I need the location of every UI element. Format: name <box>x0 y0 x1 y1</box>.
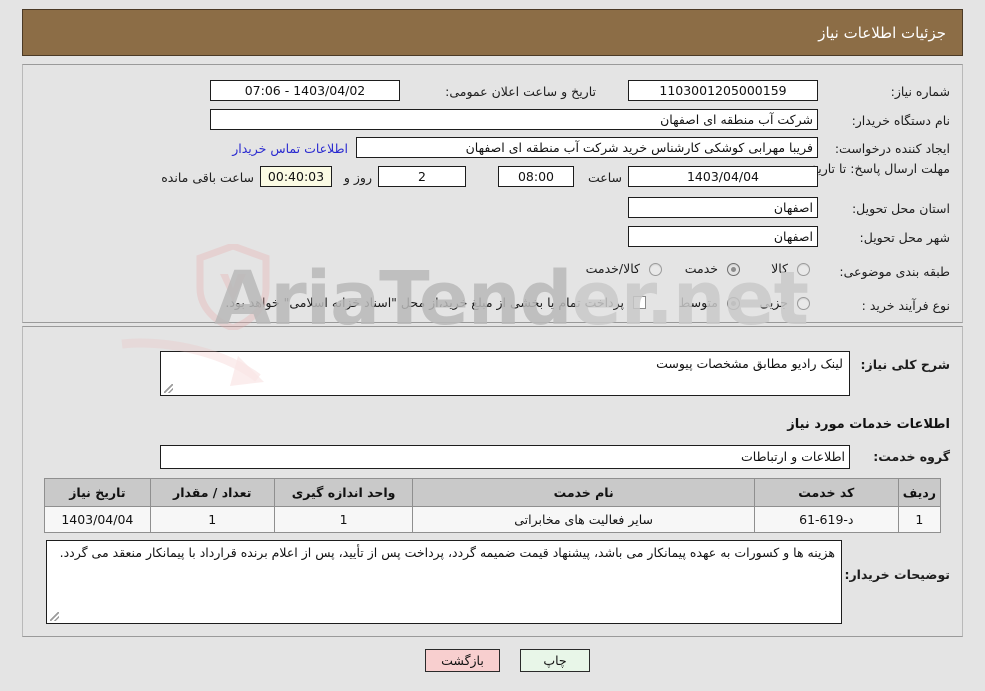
cell-radif: 1 <box>897 506 942 533</box>
deadline-date-value: 1403/04/04 <box>628 166 818 187</box>
public-announce-value: 1403/04/02 - 07:06 <box>210 80 400 101</box>
buyer-notes-label: توضیحات خریدار: <box>844 567 950 582</box>
buyer-contact-link[interactable]: اطلاعات تماس خریدار <box>232 141 348 156</box>
requester-value: فریبا مهرابی کوشکی کارشناس خرید شرکت آب … <box>356 137 818 158</box>
category-radio-khedmat[interactable] <box>727 263 740 276</box>
th-quantity: تعداد / مقدار <box>149 478 275 507</box>
th-service-code: کد خدمت <box>753 478 899 507</box>
cell-service-code: د-619-61 <box>753 506 899 533</box>
cell-unit: 1 <box>273 506 414 533</box>
need-number-value: 1103001205000159 <box>628 80 818 101</box>
page-root: جزئیات اطلاعات نیاز شماره نیاز: 11030012… <box>0 0 985 691</box>
cell-service-name: سایر فعالیت های مخابراتی <box>412 506 755 533</box>
service-group-value: اطلاعات و ارتباطات <box>160 445 850 469</box>
services-section-heading: اطلاعات خدمات مورد نیاز <box>787 417 950 432</box>
countdown-timer: 00:40:03 <box>260 166 332 187</box>
buyer-org-value: شرکت آب منطقه ای اصفهان <box>210 109 818 130</box>
category-option-kala-khedmat[interactable]: کالا/خدمت <box>586 261 640 276</box>
page-title-bar: جزئیات اطلاعات نیاز <box>22 9 963 56</box>
th-service-name: نام خدمت <box>412 478 755 507</box>
requester-label: ایجاد کننده درخواست: <box>834 141 950 156</box>
process-type-label: نوع فرآیند خرید : <box>861 298 950 313</box>
public-announce-label: تاریخ و ساعت اعلان عمومی: <box>445 84 596 99</box>
buyer-notes-textarea[interactable]: هزینه ها و کسورات به عهده پیمانکار می با… <box>46 540 842 624</box>
category-option-kala[interactable]: کالا <box>771 261 788 276</box>
treasury-documents-checkbox[interactable] <box>633 296 646 309</box>
province-label: استان محل تحویل: <box>851 201 950 216</box>
category-option-khedmat[interactable]: خدمت <box>685 261 718 276</box>
city-value: اصفهان <box>628 226 818 247</box>
need-number-label: شماره نیاز: <box>890 84 950 99</box>
category-label: طبقه بندی موضوعی: <box>839 264 950 279</box>
table-header-row: ردیف کد خدمت نام خدمت واحد اندازه گیری ت… <box>44 478 942 507</box>
th-unit: واحد اندازه گیری <box>273 478 414 507</box>
general-desc-textarea[interactable]: لینک رادیو مطابق مشخصات پیوست <box>160 351 850 396</box>
remaining-hours-label: ساعت باقی مانده <box>161 170 254 185</box>
table-row: 1 د-619-61 سایر فعالیت های مخابراتی 1 1 … <box>44 506 942 533</box>
remaining-days-label: روز و <box>343 170 372 185</box>
category-radio-kala[interactable] <box>797 263 810 276</box>
need-summary-panel: شماره نیاز: 1103001205000159 تاریخ و ساع… <box>22 64 963 323</box>
th-radif: ردیف <box>897 478 942 507</box>
page-title: جزئیات اطلاعات نیاز <box>818 23 946 42</box>
deadline-label: مهلت ارسال پاسخ: تا تاریخ: <box>805 161 950 176</box>
print-button[interactable]: چاپ <box>520 649 590 672</box>
province-value: اصفهان <box>628 197 818 218</box>
city-label: شهر محل تحویل: <box>859 230 950 245</box>
cell-quantity: 1 <box>149 506 275 533</box>
process-option-jozii[interactable]: جزیی <box>759 295 788 310</box>
deadline-time-label: ساعت <box>587 170 622 185</box>
service-group-label: گروه خدمت: <box>873 449 950 464</box>
remaining-days-value: 2 <box>378 166 466 187</box>
general-desc-label: شرح کلی نیاز: <box>860 357 950 372</box>
process-radio-motevaset[interactable] <box>727 297 740 310</box>
process-radio-jozii[interactable] <box>797 297 810 310</box>
buyer-org-label: نام دستگاه خریدار: <box>851 113 950 128</box>
back-button[interactable]: بازگشت <box>425 649 500 672</box>
deadline-time-value: 08:00 <box>498 166 574 187</box>
cell-need-date: 1403/04/04 <box>44 506 151 533</box>
category-radio-kala-khedmat[interactable] <box>649 263 662 276</box>
treasury-documents-note: پرداخت تمام یا بخشی از مبلغ خرید،از محل … <box>225 295 624 310</box>
th-need-date: تاریخ نیاز <box>44 478 151 507</box>
process-option-motevaset[interactable]: متوسط <box>679 295 718 310</box>
services-table: ردیف کد خدمت نام خدمت واحد اندازه گیری ت… <box>44 478 942 533</box>
